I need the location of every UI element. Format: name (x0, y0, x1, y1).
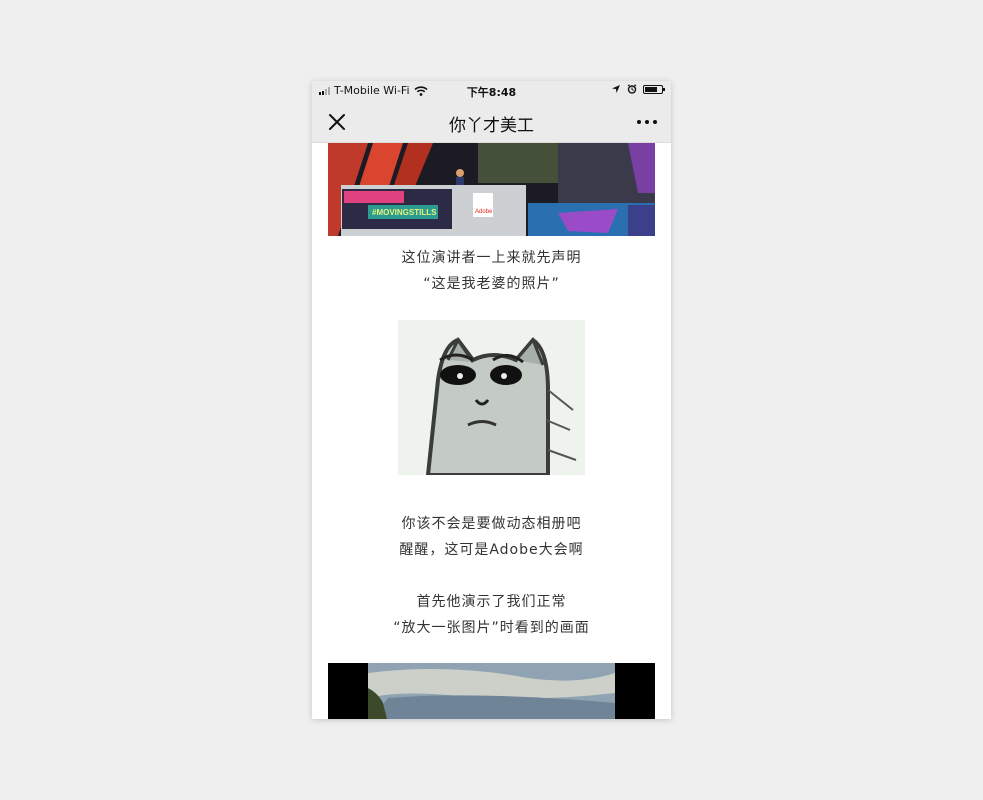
caption-line: 首先他演示了我们正常 (416, 594, 567, 610)
status-right (611, 84, 665, 94)
conference-stage-image: #MOVINGSTILLS Adobe (328, 143, 655, 236)
article-content: #MOVINGSTILLS Adobe 这位演讲者一上来就先声明 “这是我老婆的… (312, 143, 671, 719)
cat-meme-image (398, 320, 585, 475)
more-options-icon[interactable] (635, 115, 659, 129)
caption-line: “这是我老婆的照片” (423, 276, 560, 292)
battery-icon (643, 84, 665, 94)
moving-stills-text: #MOVINGSTILLS (372, 208, 437, 217)
nav-bar: 你丫才美工 (312, 101, 671, 143)
sky-photo-image (328, 663, 655, 719)
adobe-text: Adobe (475, 209, 493, 215)
caption-line: “放大一张图片”时看到的画面 (393, 620, 590, 636)
status-bar: T-Mobile Wi-Fi 下午8:48 (312, 81, 671, 101)
location-arrow-icon (612, 85, 620, 93)
page-title: 你丫才美工 (449, 116, 534, 136)
phone-screen: T-Mobile Wi-Fi 下午8:48 你丫才美工 #MOVINGSTILL… (312, 81, 671, 719)
caption-line: 你该不会是要做动态相册吧 (401, 516, 582, 532)
alarm-icon (627, 84, 637, 94)
caption-line: 这位演讲者一上来就先声明 (401, 250, 582, 266)
caption-line: 醒醒，这可是Adobe大会啊 (399, 542, 584, 558)
